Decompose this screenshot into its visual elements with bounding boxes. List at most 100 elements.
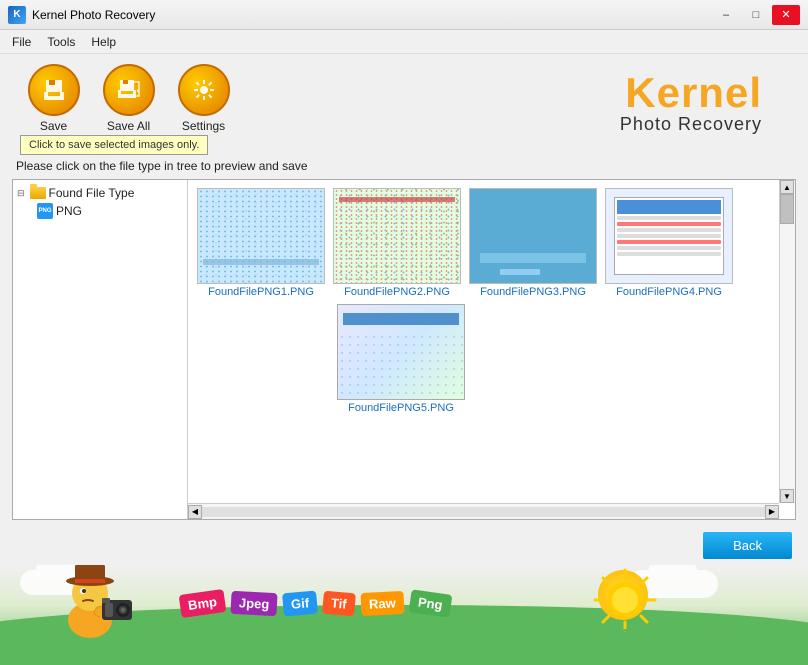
thumbnail-item-3[interactable]: FoundFilePNG3.PNG <box>468 188 598 298</box>
save-tooltip: Click to save selected images only. <box>20 135 208 155</box>
horizontal-scrollbar: ◀ ▶ <box>188 503 779 519</box>
titlebar-title: Kernel Photo Recovery <box>32 8 155 22</box>
h-scroll-left-arrow[interactable]: ◀ <box>188 505 202 519</box>
h-scroll-right-arrow[interactable]: ▶ <box>765 505 779 519</box>
thumbnail-img-2 <box>333 188 461 284</box>
menu-tools[interactable]: Tools <box>39 33 83 51</box>
thumb4-line-6 <box>617 246 721 250</box>
tag-raw: Raw <box>360 591 404 616</box>
restore-button[interactable]: □ <box>742 5 770 25</box>
close-button[interactable]: ✕ <box>772 5 800 25</box>
tree-child-png[interactable]: PNG PNG <box>37 202 183 220</box>
tree-root-node[interactable]: ⊟ Found File Type <box>17 184 183 202</box>
save-all-icon <box>103 64 155 116</box>
tree-png-node[interactable]: PNG PNG <box>37 202 183 220</box>
settings-button-container[interactable]: Settings <box>166 64 241 133</box>
thumb5-inner <box>338 305 464 399</box>
toolbar-buttons: Save Save All <box>16 64 241 155</box>
tag-gif: Gif <box>282 591 318 617</box>
menubar: File Tools Help <box>0 30 808 54</box>
thumbnail-item-4[interactable]: FoundFilePNG4.PNG <box>604 188 734 298</box>
bottom-area: Bmp Jpeg Gif Tif Raw Png Select and Reco… <box>0 565 808 665</box>
settings-svg <box>190 76 218 104</box>
instruction-text: Please click on the file type in tree to… <box>0 159 808 173</box>
brand-kern: Kern <box>625 69 725 116</box>
thumbnail-img-1 <box>197 188 325 284</box>
settings-label: Settings <box>182 119 225 133</box>
thumb4-bar <box>617 200 721 214</box>
titlebar-controls: – □ ✕ <box>712 5 800 25</box>
thumbnail-img-3 <box>469 188 597 284</box>
tree-png-label: PNG <box>56 204 82 218</box>
settings-icon <box>178 64 230 116</box>
thumbnail-label-5: FoundFilePNG5.PNG <box>348 402 454 414</box>
thumb4-content <box>617 216 721 256</box>
tag-png: Png <box>408 589 451 617</box>
thumb4-line-7 <box>617 252 721 256</box>
save-svg <box>40 76 68 104</box>
vertical-scrollbar: ▲ ▼ <box>779 180 795 503</box>
brand-area: Kernel Photo Recovery <box>620 64 792 135</box>
thumbnail-label-4: FoundFilePNG4.PNG <box>616 286 722 298</box>
thumb5-dots <box>338 333 464 399</box>
tag-jpeg: Jpeg <box>230 591 277 616</box>
save-all-svg <box>115 76 143 104</box>
content-panel: ⊟ Found File Type PNG PNG <box>12 179 796 520</box>
character-figure <box>30 565 150 635</box>
save-button-container[interactable]: Save <box>16 64 91 133</box>
brand-el: el <box>725 69 762 116</box>
scroll-down-arrow[interactable]: ▼ <box>780 489 794 503</box>
thumb4-line-3 <box>617 228 721 232</box>
h-scroll-track <box>202 507 765 517</box>
scroll-thumb[interactable] <box>780 194 794 224</box>
toolbar-area: Save Save All <box>0 54 808 155</box>
thumbnail-img-5 <box>337 304 465 400</box>
thumb4-pattern <box>606 189 732 283</box>
back-button[interactable]: Back <box>703 532 792 559</box>
thumb4-line-5 <box>617 240 721 244</box>
minimize-button[interactable]: – <box>712 5 740 25</box>
thumb4-line-1 <box>617 216 721 220</box>
select-recover-text: Select and Recover <box>585 621 788 647</box>
thumb4-inner <box>614 197 724 275</box>
format-tags: Bmp Jpeg Gif Tif Raw Png <box>180 592 450 615</box>
brand-title: Kernel <box>620 72 762 114</box>
titlebar: K Kernel Photo Recovery – □ ✕ <box>0 0 808 30</box>
character-svg <box>30 565 160 640</box>
thumbnail-label-2: FoundFilePNG2.PNG <box>344 286 450 298</box>
thumbnail-img-4 <box>605 188 733 284</box>
thumbnail-item-2[interactable]: FoundFilePNG2.PNG <box>332 188 462 298</box>
brand-subtitle: Photo Recovery <box>620 114 762 135</box>
thumbnail-item-5[interactable]: FoundFilePNG5.PNG <box>336 304 466 414</box>
save-label: Save <box>40 119 67 133</box>
thumbnail-area: FoundFilePNG1.PNG FoundFilePNG2.PNG <box>188 180 795 519</box>
expand-icon: ⊟ <box>17 188 25 199</box>
folder-icon-container <box>30 186 46 200</box>
app-icon: K <box>8 6 26 24</box>
menu-help[interactable]: Help <box>83 33 124 51</box>
thumb4-line-4 <box>617 234 721 238</box>
thumbnail-label-3: FoundFilePNG3.PNG <box>480 286 586 298</box>
scroll-up-arrow[interactable]: ▲ <box>780 180 794 194</box>
thumb-solid-blue <box>470 189 596 283</box>
png-icon: PNG <box>37 203 53 219</box>
save-all-label: Save All <box>107 119 150 133</box>
main-area: Save Save All <box>0 54 808 565</box>
thumb-blue-stripe <box>480 253 586 263</box>
thumbnail-scroll[interactable]: FoundFilePNG1.PNG FoundFilePNG2.PNG <box>188 180 795 519</box>
tree-root-label: Found File Type <box>49 186 135 200</box>
folder-icon <box>30 187 46 199</box>
titlebar-left: K Kernel Photo Recovery <box>8 6 155 24</box>
thumbnail-item-1[interactable]: FoundFilePNG1.PNG <box>196 188 326 298</box>
toolbar-row: Save Save All <box>16 64 241 133</box>
tag-bmp: Bmp <box>179 589 227 618</box>
menu-file[interactable]: File <box>4 33 39 51</box>
save-all-button-container[interactable]: Save All <box>91 64 166 133</box>
thumb5-bar <box>343 313 459 325</box>
tag-tif: Tif <box>322 591 356 617</box>
save-icon <box>28 64 80 116</box>
tree-sidebar: ⊟ Found File Type PNG PNG <box>13 180 188 519</box>
back-area: Back <box>0 526 808 565</box>
png-icon-container: PNG <box>37 204 53 218</box>
thumbnail-label-1: FoundFilePNG1.PNG <box>208 286 314 298</box>
